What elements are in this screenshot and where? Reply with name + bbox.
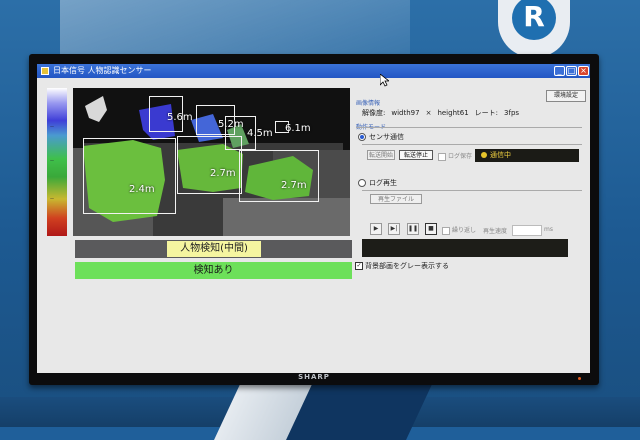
app-window: 日本信号 人物認識センサー _ □ × — — — 5.6m 5.2m 4.5m… bbox=[37, 64, 590, 373]
person-detection-label: 人物検知(中間) bbox=[167, 241, 261, 257]
times-sign: × bbox=[425, 109, 432, 117]
monitor-brand: SHARP bbox=[298, 373, 330, 381]
resolution-label: 解像度: bbox=[362, 109, 386, 117]
distance-label: 2.4m bbox=[129, 184, 155, 195]
window-title: 日本信号 人物認識センサー bbox=[53, 66, 152, 75]
status-led-icon bbox=[481, 152, 487, 158]
detection-box bbox=[177, 136, 242, 194]
log-status-display bbox=[362, 239, 568, 257]
log-save-checkbox[interactable]: ログ保存 bbox=[438, 151, 472, 161]
distance-label: 4.5m bbox=[247, 128, 273, 139]
checkbox-icon[interactable] bbox=[438, 152, 446, 161]
distance-color-scale: — — — bbox=[47, 88, 67, 236]
rate-label: レート: bbox=[474, 109, 499, 117]
log-play-radio[interactable]: ログ再生 bbox=[358, 178, 397, 188]
repeat-checkbox[interactable]: 繰り返し bbox=[442, 225, 476, 235]
monitor: SHARP 日本信号 人物認識センサー _ □ × — — — 5.6m 5.2… bbox=[29, 54, 599, 385]
client-area: — — — 5.6m 5.2m 4.5m 6.1m 2.4m 2.7m 2.7m… bbox=[37, 78, 590, 373]
resolution-width: width97 bbox=[391, 109, 420, 117]
distance-label: 6.1m bbox=[285, 123, 311, 134]
speed-input[interactable] bbox=[512, 225, 542, 236]
gray-background-label: 背景部画をグレー表示する bbox=[365, 262, 449, 270]
pause-button[interactable]: ❚❚ bbox=[407, 223, 419, 235]
speed-label: 再生速度 bbox=[483, 228, 508, 235]
stop-button[interactable]: ■ bbox=[425, 223, 437, 235]
detection-status-bar: 検知あり bbox=[75, 262, 352, 279]
image-info-heading: 画像情報 bbox=[356, 100, 381, 107]
distance-label: 2.7m bbox=[281, 180, 307, 191]
gray-background-checkbox[interactable]: ✓ 背景部画をグレー表示する bbox=[355, 261, 449, 271]
acrylic-panel bbox=[60, 0, 410, 59]
play-file-button[interactable]: 再生ファイル bbox=[370, 194, 422, 204]
log-play-label: ログ再生 bbox=[369, 179, 397, 187]
checkbox-icon[interactable] bbox=[442, 226, 450, 235]
radio-icon[interactable] bbox=[358, 179, 366, 187]
comm-status-display: 通信中 bbox=[475, 149, 579, 162]
log-group-line bbox=[362, 190, 582, 191]
title-bar: 日本信号 人物認識センサー _ □ × bbox=[37, 64, 590, 78]
power-led bbox=[578, 377, 581, 380]
checkbox-icon[interactable]: ✓ bbox=[355, 262, 363, 270]
sensor-group-line bbox=[362, 144, 582, 145]
app-icon bbox=[41, 67, 49, 75]
env-settings-button[interactable]: 環境設定 bbox=[546, 90, 586, 102]
mouse-cursor-icon bbox=[380, 74, 389, 87]
sensor-view: 5.6m 5.2m 4.5m 6.1m 2.4m 2.7m 2.7m bbox=[73, 88, 350, 236]
distance-label: 5.2m bbox=[218, 119, 244, 130]
play-button[interactable]: ▶ bbox=[370, 223, 382, 235]
sensor-comm-radio[interactable]: センサ通信 bbox=[358, 132, 404, 142]
transfer-stop-button[interactable]: 転送停止 bbox=[399, 150, 433, 160]
mode-group-line bbox=[356, 127, 582, 128]
repeat-label: 繰り返し bbox=[452, 227, 477, 234]
rate-value: 3fps bbox=[504, 109, 520, 117]
step-button[interactable]: ▶| bbox=[388, 223, 400, 235]
detection-box bbox=[83, 138, 176, 214]
distance-label: 5.6m bbox=[167, 112, 193, 123]
close-button[interactable]: × bbox=[578, 66, 589, 76]
log-save-label: ログ保存 bbox=[448, 153, 473, 160]
distance-label: 2.7m bbox=[210, 168, 236, 179]
maximize-button[interactable]: □ bbox=[566, 66, 577, 76]
comm-status-text: 通信中 bbox=[490, 151, 511, 159]
minimize-button[interactable]: _ bbox=[554, 66, 565, 76]
resolution-height: height61 bbox=[437, 109, 469, 117]
speed-unit: ms bbox=[544, 226, 553, 233]
image-info-row: 解像度: width97 × height61 レート: 3fps bbox=[362, 108, 525, 118]
transfer-start-button[interactable]: 転送開始 bbox=[367, 150, 395, 160]
detection-box bbox=[239, 150, 319, 202]
sensor-comm-label: センサ通信 bbox=[369, 133, 404, 141]
radio-icon[interactable] bbox=[358, 133, 366, 141]
